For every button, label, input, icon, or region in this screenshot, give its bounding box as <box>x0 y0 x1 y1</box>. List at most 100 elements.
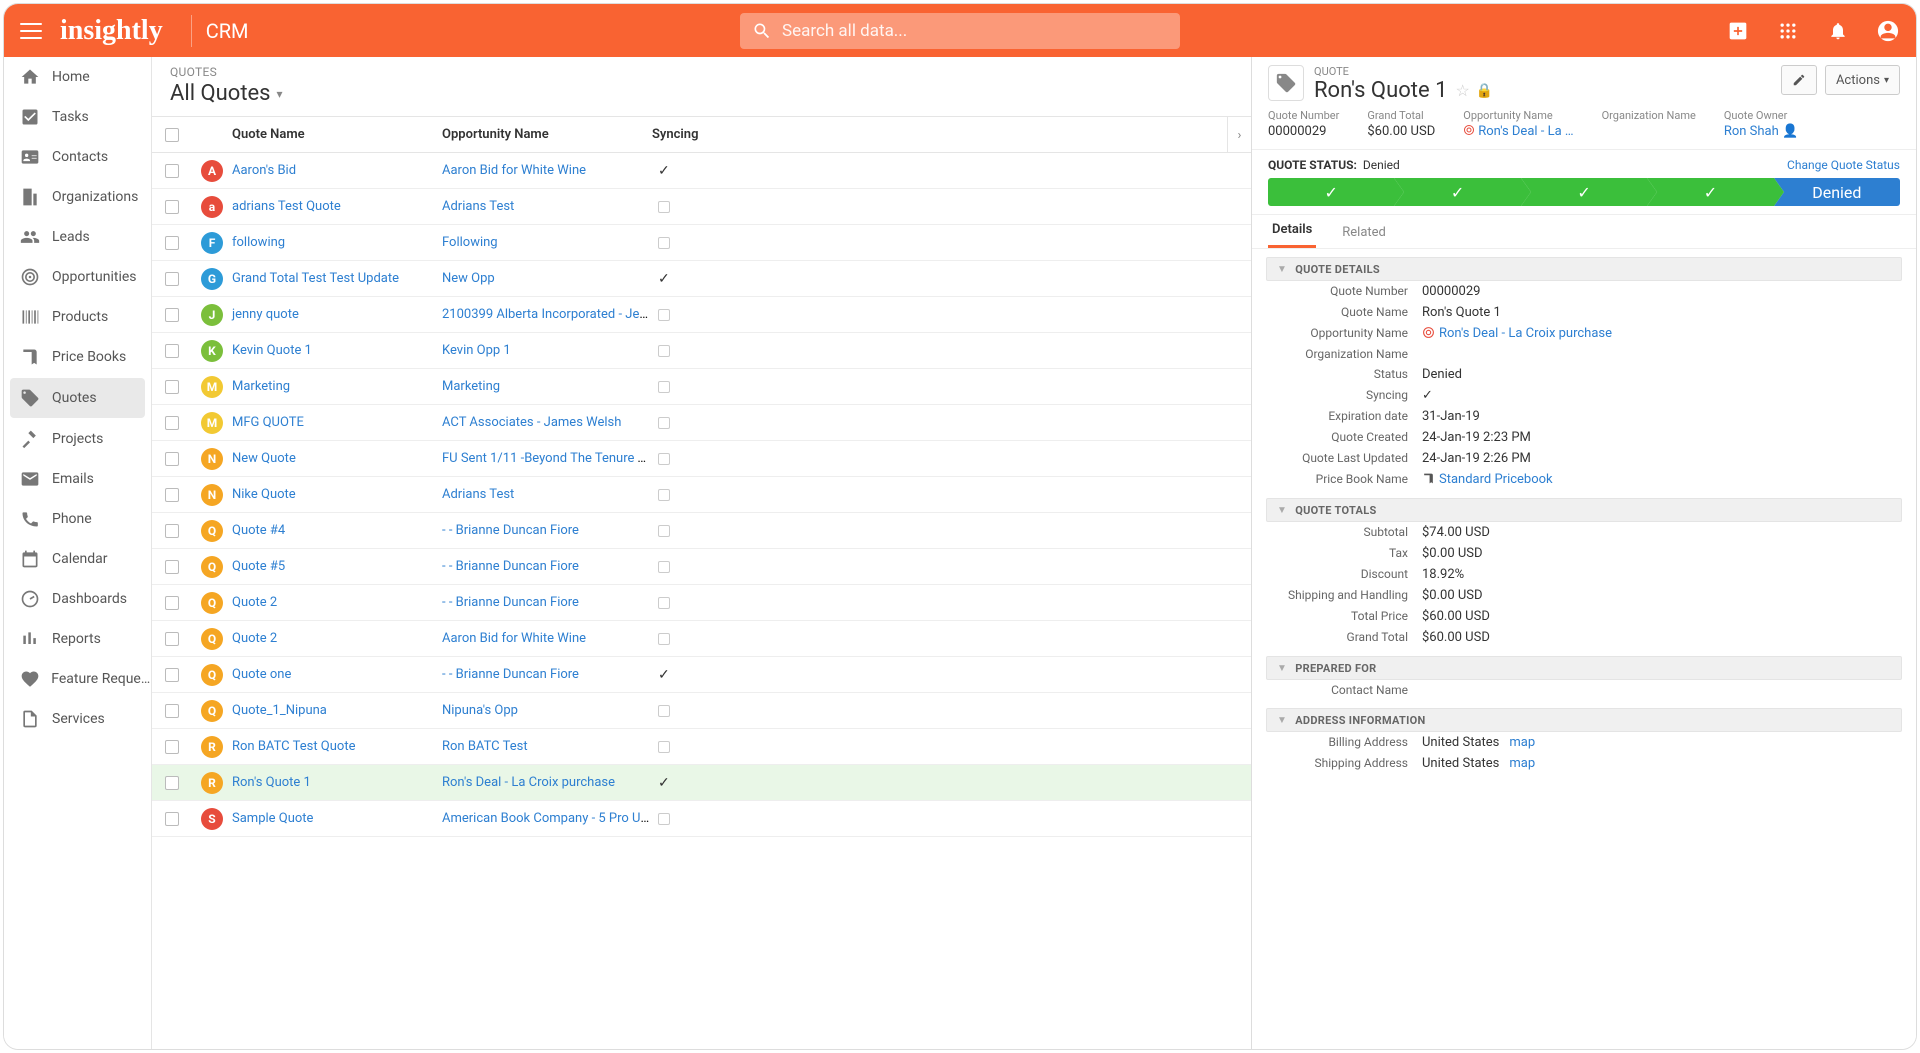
add-icon[interactable] <box>1726 19 1750 43</box>
expand-panel-icon[interactable]: › <box>1227 117 1251 153</box>
row-checkbox[interactable] <box>165 452 179 466</box>
quote-name-link[interactable]: Kevin Quote 1 <box>232 343 312 358</box>
quote-name-link[interactable]: Quote #4 <box>232 523 285 538</box>
quote-name-link[interactable]: following <box>232 235 285 250</box>
opportunity-link[interactable]: - - Brianne Duncan Fiore <box>442 559 579 574</box>
nav-item-feature-reque-[interactable]: Feature Reque … <box>4 659 151 699</box>
hamburger-menu[interactable] <box>20 18 46 44</box>
opportunity-link[interactable]: - - Brianne Duncan Fiore <box>442 523 579 538</box>
opportunity-link[interactable]: Nipuna's Opp <box>442 703 518 718</box>
row-checkbox[interactable] <box>165 740 179 754</box>
row-checkbox[interactable] <box>165 596 179 610</box>
opportunity-link[interactable]: Kevin Opp 1 <box>442 343 511 358</box>
quote-name-link[interactable]: Aaron's Bid <box>232 163 296 178</box>
table-row[interactable]: MMarketingMarketing <box>152 369 1251 405</box>
section-header[interactable]: ▼ADDRESS INFORMATION <box>1266 708 1902 732</box>
opportunity-link[interactable]: - - Brianne Duncan Fiore <box>442 595 579 610</box>
opportunity-link[interactable]: New Opp <box>442 271 495 286</box>
opportunity-link[interactable]: Aaron Bid for White Wine <box>442 631 586 646</box>
nav-item-tasks[interactable]: Tasks <box>4 97 151 137</box>
table-row[interactable]: aadrians Test QuoteAdrians Test <box>152 189 1251 225</box>
quote-name-link[interactable]: Quote 2 <box>232 595 277 610</box>
row-checkbox[interactable] <box>165 560 179 574</box>
nav-item-services[interactable]: Services <box>4 699 151 739</box>
row-checkbox[interactable] <box>165 308 179 322</box>
col-quote-name[interactable]: Quote Name <box>232 127 442 142</box>
table-row[interactable]: AAaron's BidAaron Bid for White Wine✓ <box>152 153 1251 189</box>
col-opportunity-name[interactable]: Opportunity Name <box>442 127 652 142</box>
user-icon[interactable] <box>1876 19 1900 43</box>
opportunity-link[interactable]: Aaron Bid for White Wine <box>442 163 586 178</box>
section-header[interactable]: ▼QUOTE TOTALS <box>1266 498 1902 522</box>
nav-item-reports[interactable]: Reports <box>4 619 151 659</box>
nav-item-products[interactable]: Products <box>4 297 151 337</box>
opportunity-link[interactable]: 2100399 Alberta Incorporated - Jeff … <box>442 307 652 322</box>
table-row[interactable]: NNew QuoteFU Sent 1/11 -Beyond The Tenur… <box>152 441 1251 477</box>
star-icon[interactable]: ☆ <box>1455 81 1469 100</box>
section-header[interactable]: ▼QUOTE DETAILS <box>1266 257 1902 281</box>
opportunity-link[interactable]: Following <box>442 235 498 250</box>
tab-related[interactable]: Related <box>1338 217 1390 248</box>
row-checkbox[interactable] <box>165 524 179 538</box>
row-checkbox[interactable] <box>165 164 179 178</box>
quote-name-link[interactable]: Ron's Quote 1 <box>232 775 311 790</box>
quote-name-link[interactable]: New Quote <box>232 451 296 466</box>
row-checkbox[interactable] <box>165 236 179 250</box>
nav-item-dashboards[interactable]: Dashboards <box>4 579 151 619</box>
opportunity-link[interactable]: Marketing <box>442 379 500 394</box>
summary-value[interactable]: Ron Shah 👤 <box>1724 124 1798 139</box>
table-row[interactable]: SSample QuoteAmerican Book Company - 5 P… <box>152 801 1251 837</box>
quote-name-link[interactable]: Sample Quote <box>232 811 313 826</box>
nav-item-quotes[interactable]: Quotes <box>10 378 145 418</box>
section-header[interactable]: ▼PREPARED FOR <box>1266 656 1902 680</box>
summary-value[interactable]: Ron's Deal - La … <box>1463 124 1573 139</box>
nav-item-calendar[interactable]: Calendar <box>4 539 151 579</box>
opportunity-link[interactable]: ACT Associates - James Welsh <box>442 415 621 430</box>
opportunity-link[interactable]: Adrians Test <box>442 199 514 214</box>
quote-name-link[interactable]: adrians Test Quote <box>232 199 341 214</box>
table-row[interactable]: FfollowingFollowing <box>152 225 1251 261</box>
actions-button[interactable]: Actions ▾ <box>1825 65 1900 95</box>
table-row[interactable]: QQuote_1_NipunaNipuna's Opp <box>152 693 1251 729</box>
table-row[interactable]: KKevin Quote 1Kevin Opp 1 <box>152 333 1251 369</box>
map-link[interactable]: map <box>1509 756 1535 771</box>
nav-item-projects[interactable]: Projects <box>4 419 151 459</box>
table-row[interactable]: NNike QuoteAdrians Test <box>152 477 1251 513</box>
table-row[interactable]: QQuote one- - Brianne Duncan Fiore✓ <box>152 657 1251 693</box>
row-checkbox[interactable] <box>165 488 179 502</box>
row-checkbox[interactable] <box>165 668 179 682</box>
tab-details[interactable]: Details <box>1268 214 1316 248</box>
nav-item-price-books[interactable]: Price Books <box>4 337 151 377</box>
bell-icon[interactable] <box>1826 19 1850 43</box>
table-row[interactable]: QQuote #4- - Brianne Duncan Fiore <box>152 513 1251 549</box>
quote-name-link[interactable]: Nike Quote <box>232 487 296 502</box>
opportunity-link[interactable]: Adrians Test <box>442 487 514 502</box>
row-checkbox[interactable] <box>165 704 179 718</box>
col-syncing[interactable]: Syncing <box>652 127 1251 142</box>
table-row[interactable]: Jjenny quote2100399 Alberta Incorporated… <box>152 297 1251 333</box>
apps-icon[interactable] <box>1776 19 1800 43</box>
row-checkbox[interactable] <box>165 380 179 394</box>
search-input[interactable] <box>740 13 1180 49</box>
nav-item-leads[interactable]: Leads <box>4 217 151 257</box>
row-checkbox[interactable] <box>165 632 179 646</box>
nav-item-contacts[interactable]: Contacts <box>4 137 151 177</box>
table-row[interactable]: QQuote #5- - Brianne Duncan Fiore <box>152 549 1251 585</box>
nav-item-organizations[interactable]: Organizations <box>4 177 151 217</box>
row-checkbox[interactable] <box>165 776 179 790</box>
opportunity-link[interactable]: American Book Company - 5 Pro Use… <box>442 811 652 826</box>
nav-item-home[interactable]: Home <box>4 57 151 97</box>
row-checkbox[interactable] <box>165 812 179 826</box>
table-row[interactable]: MMFG QUOTEACT Associates - James Welsh <box>152 405 1251 441</box>
table-row[interactable]: RRon's Quote 1Ron's Deal - La Croix purc… <box>152 765 1251 801</box>
quote-name-link[interactable]: Ron BATC Test Quote <box>232 739 355 754</box>
table-row[interactable]: QQuote 2- - Brianne Duncan Fiore <box>152 585 1251 621</box>
opportunity-link[interactable]: Ron BATC Test <box>442 739 528 754</box>
row-checkbox[interactable] <box>165 200 179 214</box>
opportunity-link[interactable]: - - Brianne Duncan Fiore <box>442 667 579 682</box>
quote-name-link[interactable]: Grand Total Test Test Update <box>232 271 399 286</box>
quote-name-link[interactable]: jenny quote <box>232 307 299 322</box>
quote-name-link[interactable]: Marketing <box>232 379 290 394</box>
row-checkbox[interactable] <box>165 416 179 430</box>
quote-name-link[interactable]: Quote #5 <box>232 559 285 574</box>
